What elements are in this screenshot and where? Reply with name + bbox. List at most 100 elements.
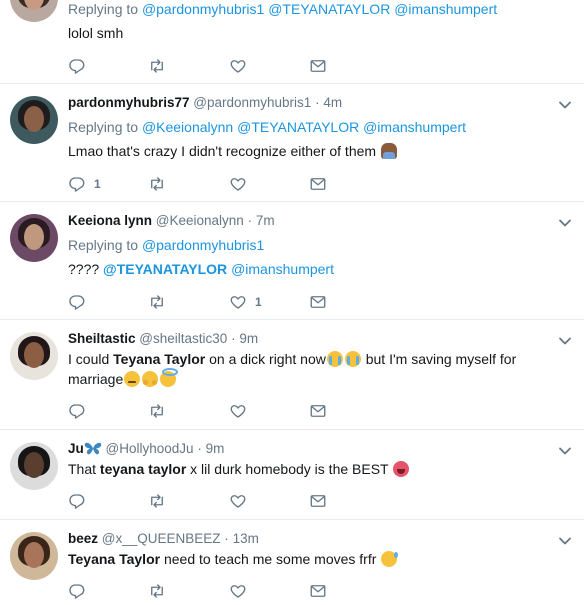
reply-button[interactable] <box>68 401 86 421</box>
tweet[interactable]: Sheiltastic @sheiltastic30 · 9m I could … <box>0 320 584 430</box>
retweet-icon <box>148 57 166 75</box>
tweet-text: ???? @TEYANATAYLOR @imanshumpert <box>68 261 334 277</box>
tweet[interactable]: Keeiona lynn @Keeionalynn · 7m Replying … <box>0 202 584 320</box>
reply-button[interactable] <box>68 56 86 76</box>
chevron-down-icon[interactable] <box>558 444 572 458</box>
tweet[interactable]: Ju @HollyhoodJu · 9m That teyana taylor … <box>0 430 584 520</box>
heart-icon <box>229 57 247 75</box>
display-name[interactable]: pardonmyhubris77 <box>68 95 190 110</box>
timestamp[interactable]: 9m <box>239 331 258 346</box>
retweet-button[interactable] <box>148 292 166 312</box>
mention-link[interactable]: @TEYANATAYLOR <box>103 261 227 277</box>
display-name[interactable]: Sheiltastic <box>68 331 136 346</box>
mention-link[interactable]: @TEYANATAYLOR <box>237 119 359 135</box>
reply-icon <box>68 57 86 75</box>
reply-button[interactable]: 1 <box>68 174 101 194</box>
halo-emoji-icon <box>160 368 179 387</box>
like-button[interactable] <box>229 401 247 421</box>
tweet[interactable]: pardonmyhubris77 @pardonmyhubris1 · 4m R… <box>0 84 584 202</box>
heart-icon <box>229 175 247 193</box>
hot-face-emoji-icon <box>393 461 410 477</box>
user-handle[interactable]: @sheiltastic30 <box>139 331 227 346</box>
like-button[interactable] <box>229 491 247 511</box>
reply-button[interactable] <box>68 581 86 601</box>
tweet-text: Teyana Taylor need to teach me some move… <box>68 549 399 569</box>
like-count: 1 <box>255 295 262 309</box>
mention-link[interactable]: @pardonmyhubris1 <box>142 237 264 253</box>
tweet-actions <box>68 491 338 511</box>
dm-button[interactable] <box>309 401 327 421</box>
tweet[interactable]: Replying to @pardonmyhubris1 @TEYANATAYL… <box>0 0 584 84</box>
facepalm-emoji-icon <box>380 143 397 159</box>
dm-button[interactable] <box>309 56 327 76</box>
like-button[interactable] <box>229 581 247 601</box>
dm-button[interactable] <box>309 581 327 601</box>
user-handle[interactable]: @x__QUEENBEEZ <box>102 531 221 546</box>
user-handle[interactable]: @HollyhoodJu <box>106 441 194 456</box>
mention-link[interactable]: @imanshumpert <box>363 119 466 135</box>
retweet-icon <box>148 492 166 510</box>
reply-button[interactable] <box>68 292 86 312</box>
envelope-icon <box>309 582 327 600</box>
tweet-actions <box>68 56 338 76</box>
reply-button[interactable] <box>68 491 86 511</box>
avatar[interactable] <box>10 332 58 380</box>
chevron-down-icon[interactable] <box>558 334 572 348</box>
heart-icon <box>229 293 247 311</box>
mention-link[interactable]: @pardonmyhubris1 <box>142 1 264 17</box>
avatar[interactable] <box>10 532 58 580</box>
sweat-smile-emoji-icon <box>381 551 399 567</box>
like-button[interactable] <box>229 56 247 76</box>
avatar[interactable] <box>10 214 58 262</box>
user-handle[interactable]: @pardonmyhubris1 <box>193 95 311 110</box>
chevron-down-icon[interactable] <box>558 98 572 112</box>
like-button[interactable] <box>229 174 247 194</box>
retweet-button[interactable] <box>148 491 166 511</box>
hugging-emoji-icon <box>142 371 159 387</box>
display-name[interactable]: beez <box>68 531 98 546</box>
retweet-icon <box>148 402 166 420</box>
timestamp[interactable]: 4m <box>323 95 342 110</box>
retweet-icon <box>148 175 166 193</box>
like-button[interactable]: 1 <box>229 292 262 312</box>
dm-button[interactable] <box>309 174 327 194</box>
avatar[interactable] <box>10 0 58 22</box>
timestamp[interactable]: 7m <box>256 213 275 228</box>
display-name[interactable]: Keeiona lynn <box>68 213 152 228</box>
mention-link[interactable]: @imanshumpert <box>394 1 497 17</box>
mention-link[interactable]: @Keeionalynn <box>142 119 233 135</box>
tweet-text: Lmao that's crazy I didn't recognize eit… <box>68 141 398 161</box>
reply-icon <box>68 402 86 420</box>
heart-icon <box>229 402 247 420</box>
reply-icon <box>68 582 86 600</box>
retweet-button[interactable] <box>148 581 166 601</box>
reply-icon <box>68 492 86 510</box>
timestamp[interactable]: 13m <box>233 531 259 546</box>
reply-icon <box>68 175 86 193</box>
retweet-button[interactable] <box>148 56 166 76</box>
user-handle[interactable]: @Keeionalynn <box>156 213 244 228</box>
tweet-actions <box>68 401 338 421</box>
timestamp[interactable]: 9m <box>206 441 225 456</box>
mention-link[interactable]: @imanshumpert <box>231 261 334 277</box>
display-name[interactable]: Ju <box>68 441 84 456</box>
chevron-down-icon[interactable] <box>558 216 572 230</box>
tweet[interactable]: beez @x__QUEENBEEZ · 13m Teyana Taylor n… <box>0 520 584 605</box>
retweet-button[interactable] <box>148 174 166 194</box>
crying-emoji-icon <box>326 351 343 367</box>
envelope-icon <box>309 175 327 193</box>
mention-link[interactable]: @TEYANATAYLOR <box>268 1 390 17</box>
avatar[interactable] <box>10 96 58 144</box>
envelope-icon <box>309 293 327 311</box>
reply-count: 1 <box>94 177 101 191</box>
reply-icon <box>68 293 86 311</box>
dm-button[interactable] <box>309 292 327 312</box>
retweet-button[interactable] <box>148 401 166 421</box>
tweet-actions: 1 <box>68 174 338 194</box>
tweet-text: That teyana taylor x lil durk homebody i… <box>68 459 410 479</box>
dm-button[interactable] <box>309 491 327 511</box>
tweet-text-line-2: marriage <box>68 368 179 389</box>
chevron-down-icon[interactable] <box>558 534 572 548</box>
avatar[interactable] <box>10 442 58 490</box>
retweet-icon <box>148 293 166 311</box>
